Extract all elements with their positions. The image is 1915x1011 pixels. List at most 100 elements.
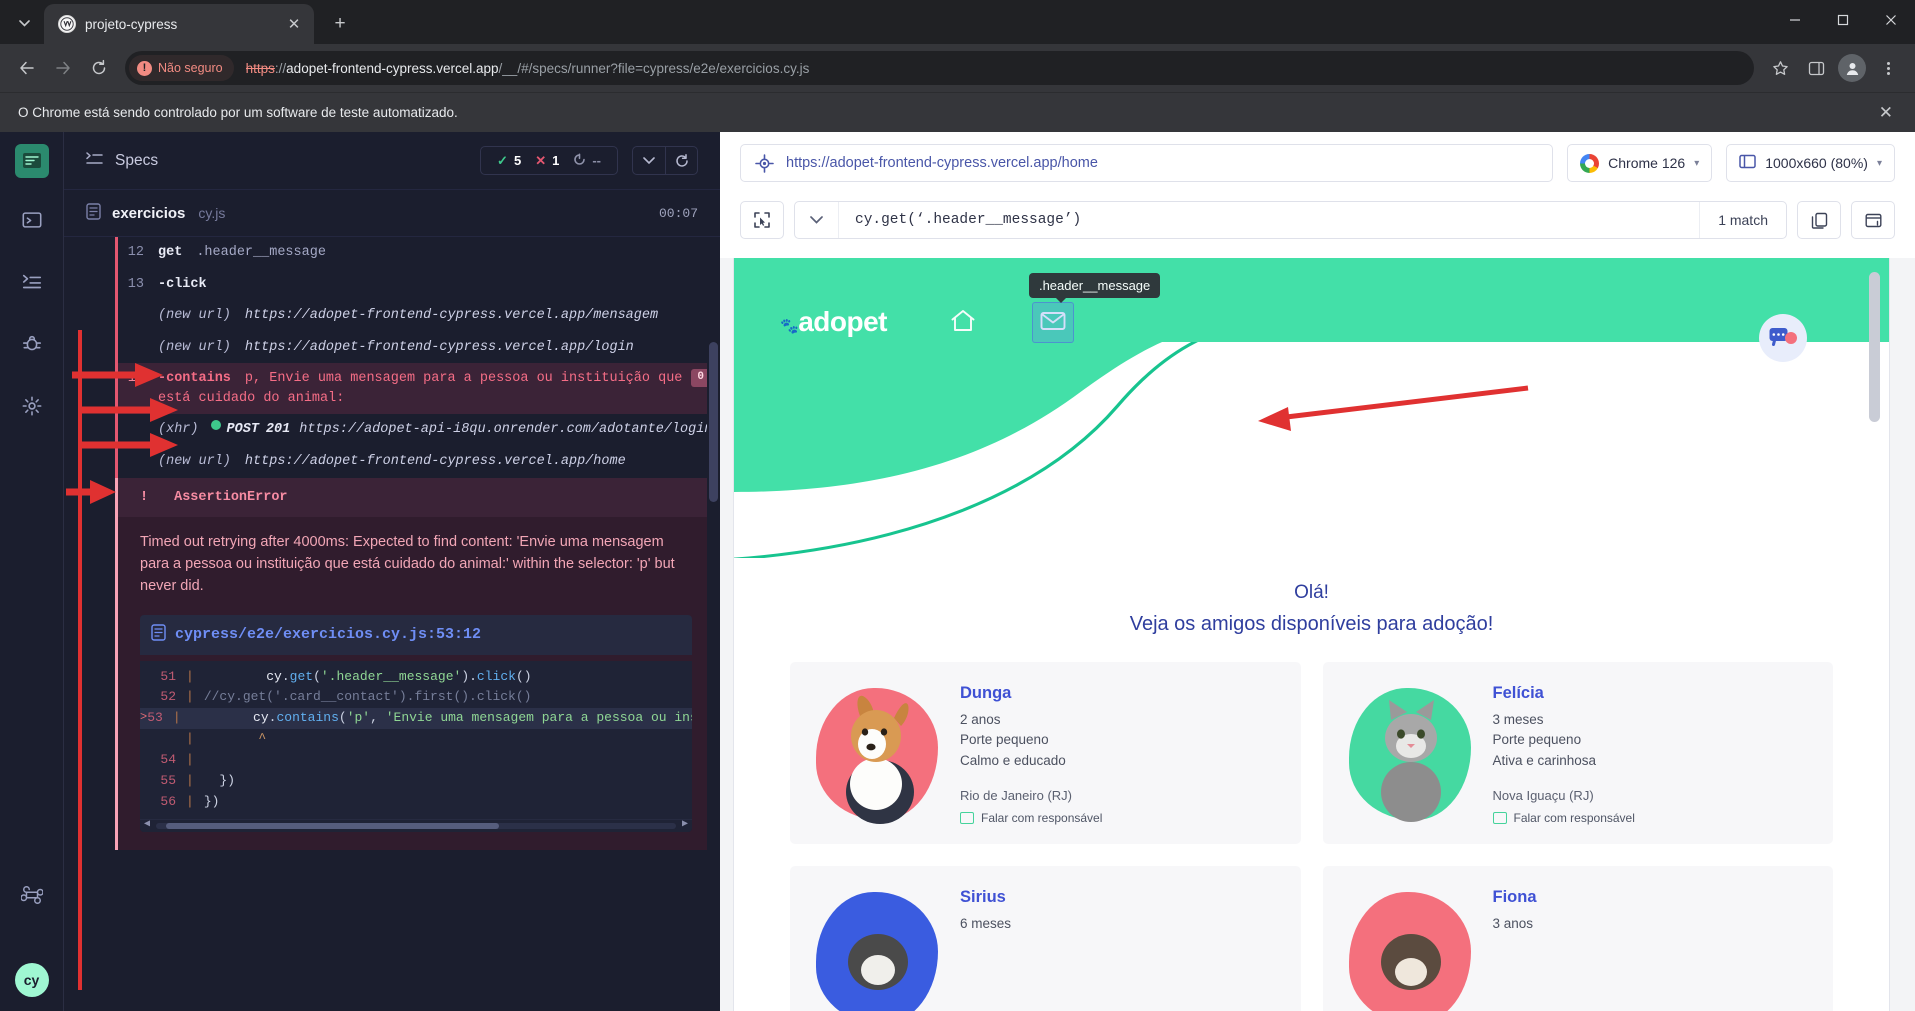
selector-pointer-button[interactable] [740, 201, 784, 239]
code-horizontal-scrollbar[interactable]: ◀ ▶ [140, 818, 692, 832]
code-caret [140, 772, 156, 791]
sidebar-item-runs[interactable] [12, 200, 52, 240]
scroll-thumb[interactable] [166, 822, 500, 829]
failed-command-row[interactable]: 14 -contains p, Envie uma mensagem para a… [115, 363, 720, 415]
pet-size: Porte pequeno [960, 732, 1049, 748]
specs-header[interactable]: Specs [86, 151, 158, 171]
pet-age: 3 anos [1492, 916, 1534, 931]
address-bar[interactable]: ! Não seguro https://adopet-frontend-cyp… [125, 51, 1754, 85]
message-icon[interactable]: .header__message [1028, 272, 1161, 343]
error-file-link[interactable]: cypress/e2e/exercicios.cy.js:53:12 [140, 614, 692, 655]
command-number: 14 [127, 371, 144, 387]
sidebar-item-shortcuts[interactable] [12, 875, 52, 915]
code-gutter: | [186, 668, 194, 684]
cat-illustration [1380, 700, 1441, 822]
contact-link[interactable]: Falar com responsável [1492, 811, 1814, 825]
side-panel-icon[interactable] [1799, 51, 1833, 85]
pending-count: -- [592, 153, 601, 168]
collapse-chevron-down-icon[interactable] [633, 147, 665, 174]
reporter-scrollbar[interactable] [707, 342, 720, 1011]
sidebar-bottom: cy [12, 875, 52, 1011]
sidebar-item-settings[interactable] [12, 386, 52, 426]
kebab-menu-icon[interactable] [1871, 51, 1905, 85]
home-icon[interactable] [949, 307, 977, 338]
code-caret [140, 668, 156, 687]
close-window-button[interactable] [1867, 0, 1915, 40]
reload-button[interactable] [82, 51, 116, 85]
bookmark-star-icon[interactable] [1763, 51, 1797, 85]
adopet-logo[interactable]: 🐾adopet [780, 306, 887, 338]
command-row[interactable]: 13 -click [118, 269, 720, 301]
reporter-header: Specs ✓ 5 ✕ 1 -- [64, 132, 720, 190]
error-icon: ! [140, 489, 149, 505]
scroll-track[interactable] [156, 822, 676, 829]
selector-query-input[interactable]: cy.get(‘.header__message’) 1 match [794, 201, 1787, 239]
command-argument: .header__message [196, 245, 326, 260]
viewport-selector[interactable]: 1000x660 (80%) ▾ [1726, 144, 1895, 182]
pet-age: 6 meses [960, 916, 1012, 931]
pet-location: Nova Iguaçu (RJ) [1492, 787, 1594, 803]
chat-bubble-icon[interactable] [1759, 314, 1807, 362]
reporter-scroll-thumb[interactable] [709, 342, 718, 502]
browser-selector[interactable]: Chrome 126 ▾ [1567, 144, 1713, 182]
selector-playground-icon[interactable] [755, 153, 774, 173]
cypress-app-icon[interactable] [14, 144, 49, 178]
sidebar-item-specs[interactable] [12, 262, 52, 302]
print-to-console-button[interactable] [1851, 201, 1895, 239]
code-caret [140, 793, 156, 812]
command-row[interactable]: 12 get .header__message [118, 237, 720, 269]
browser-tab[interactable]: projeto-cypress ✕ [44, 4, 314, 44]
pet-card[interactable]: Dunga 2 anos Porte pequeno Calmo e educa… [790, 662, 1301, 844]
automation-message: O Chrome está sendo controlado por um so… [18, 105, 458, 120]
selector-method-dropdown[interactable] [795, 202, 839, 238]
not-secure-badge[interactable]: ! Não seguro [129, 55, 234, 81]
forward-button[interactable] [46, 51, 80, 85]
aut-url-field[interactable]: https://adopet-frontend-cypress.vercel.a… [740, 144, 1554, 182]
pet-photo [802, 884, 952, 1011]
new-tab-icon[interactable]: + [324, 8, 356, 40]
greeting-line-2: Veja os amigos disponíveis para adoção! [1129, 613, 1494, 635]
pet-card[interactable]: Felícia 3 meses Porte pequeno Ativa e ca… [1322, 662, 1833, 844]
restart-icon[interactable] [665, 147, 697, 174]
brand-name: adopet [798, 306, 887, 337]
scroll-left-icon[interactable]: ◀ [144, 818, 150, 831]
error-header: ! AssertionError [115, 477, 720, 517]
selector-tooltip: .header__message [1028, 272, 1161, 303]
tab-close-icon[interactable]: ✕ [284, 14, 304, 34]
sidebar-item-debug[interactable] [12, 324, 52, 364]
scroll-right-icon[interactable]: ▶ [682, 818, 688, 831]
selector-playground-bar: cy.get(‘.header__message’) 1 match [720, 194, 1915, 258]
copy-selector-button[interactable] [1797, 201, 1841, 239]
aut-scrollbar[interactable] [1869, 272, 1880, 1011]
back-button[interactable] [10, 51, 44, 85]
contact-link[interactable]: Falar com responsável [960, 811, 1281, 825]
tab-favicon-icon [58, 15, 76, 33]
file-icon [86, 202, 101, 224]
info-bar-close-icon[interactable]: ✕ [1875, 103, 1897, 123]
code-gutter: | [186, 751, 194, 767]
code-line-number: 54 [160, 751, 176, 767]
tab-search-icon[interactable] [6, 5, 42, 41]
selector-highlight-overlay [1031, 301, 1074, 343]
selector-query-text: cy.get(‘.header__message’) [855, 212, 1082, 228]
xhr-row: (xhr) POST 201 https://adopet-api-i8qu.o… [118, 414, 720, 446]
pet-card[interactable]: Fiona 3 anos [1322, 866, 1833, 1011]
failed-count: 1 [552, 153, 560, 168]
code-line-text: }) [203, 793, 220, 809]
command-argument: p, Envie uma mensagem para a pessoa ou i… [158, 371, 683, 406]
command-method: -contains [158, 371, 231, 387]
code-line-text: //cy.get('.card__contact').first().click… [203, 689, 532, 705]
browser-toolbar: ! Não seguro https://adopet-frontend-cyp… [0, 44, 1915, 92]
maximize-button[interactable] [1819, 0, 1867, 40]
pending-icon [573, 153, 586, 169]
pet-size: Porte pequeno [1492, 732, 1582, 748]
test-command-block: 12 get .header__message 13 -click (new ur… [115, 237, 720, 850]
code-line-text: cy.contains('p', 'Envie uma mensagem par… [253, 710, 692, 726]
spec-row[interactable]: exercicios cy.js 00:07 [64, 190, 720, 237]
cypress-logo[interactable]: cy [14, 963, 49, 997]
pet-card[interactable]: Sirius 6 meses [790, 866, 1301, 1011]
pet-info: Felícia 3 meses Porte pequeno Ativa e ca… [1492, 680, 1814, 828]
profile-avatar[interactable] [1835, 51, 1869, 85]
minimize-button[interactable] [1771, 0, 1819, 40]
code-line-text: cy.get('.header__message').click() [266, 668, 532, 684]
